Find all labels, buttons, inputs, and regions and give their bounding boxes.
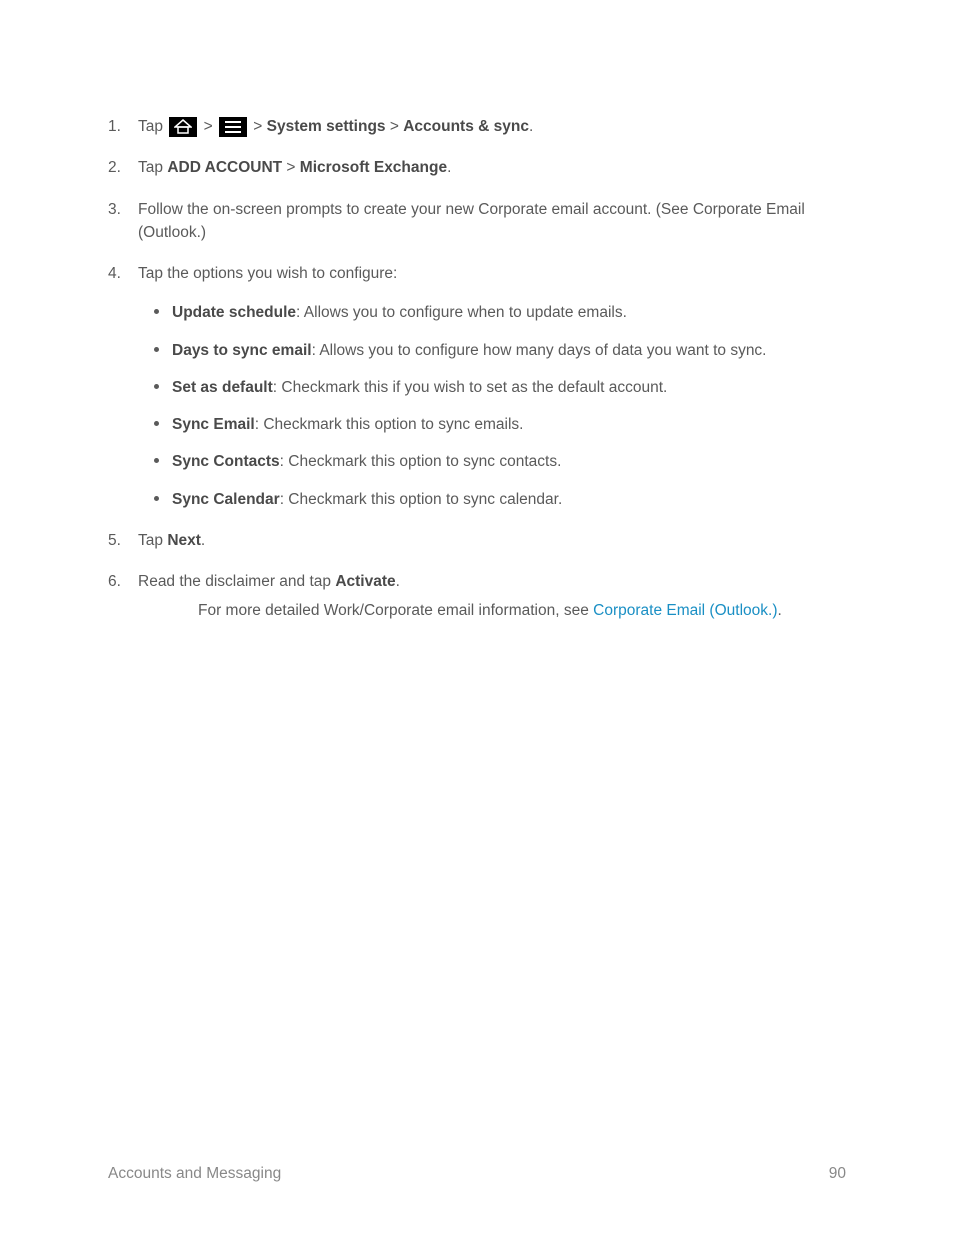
option-sync-contacts-rest: : Checkmark this option to sync contacts… xyxy=(280,453,562,470)
accounts-sync-label: Accounts & sync xyxy=(403,118,529,135)
add-account-label: ADD ACCOUNT xyxy=(167,159,282,176)
step-6: Read the disclaimer and tap Activate. Fo… xyxy=(108,570,846,623)
step-5: Tap Next. xyxy=(108,529,846,552)
next-label: Next xyxy=(167,532,201,549)
more-info-note: For more detailed Work/Corporate email i… xyxy=(198,599,846,622)
system-settings-label: System settings xyxy=(267,118,386,135)
option-sync-email-rest: : Checkmark this option to sync emails. xyxy=(255,416,524,433)
step-3: Follow the on-screen prompts to create y… xyxy=(108,198,846,245)
step-1-gt2: > xyxy=(249,118,267,135)
step-1-tap: Tap xyxy=(138,118,167,135)
options-list: Update schedule: Allows you to configure… xyxy=(150,301,846,511)
step-1-period: . xyxy=(529,118,533,135)
step-1: Tap > > System settings > Accounts & syn… xyxy=(108,115,846,138)
menu-icon xyxy=(219,117,247,137)
corporate-email-link[interactable]: Corporate Email (Outlook.) xyxy=(593,602,777,619)
option-sync-contacts-bold: Sync Contacts xyxy=(172,453,280,470)
step-2-gt: > xyxy=(282,159,300,176)
option-update-schedule-rest: : Allows you to configure when to update… xyxy=(296,304,627,321)
home-icon xyxy=(169,117,197,137)
option-sync-calendar-bold: Sync Calendar xyxy=(172,491,280,508)
note-period: . xyxy=(777,602,781,619)
option-days-to-sync: Days to sync email: Allows you to config… xyxy=(150,339,846,362)
step-1-gt1: > xyxy=(199,118,217,135)
option-sync-email: Sync Email: Checkmark this option to syn… xyxy=(150,413,846,436)
option-sync-calendar: Sync Calendar: Checkmark this option to … xyxy=(150,488,846,511)
option-update-schedule-bold: Update schedule xyxy=(172,304,296,321)
step-2-period: . xyxy=(447,159,451,176)
step-5-period: . xyxy=(201,532,205,549)
page-footer: Accounts and Messaging 90 xyxy=(108,1165,846,1183)
steps-list: Tap > > System settings > Accounts & syn… xyxy=(108,115,846,623)
option-set-as-default: Set as default: Checkmark this if you wi… xyxy=(150,376,846,399)
step-4: Tap the options you wish to configure: U… xyxy=(108,262,846,511)
footer-section: Accounts and Messaging xyxy=(108,1165,281,1183)
step-6-pre: Read the disclaimer and tap xyxy=(138,573,335,590)
option-set-as-default-rest: : Checkmark this if you wish to set as t… xyxy=(273,379,668,396)
page-content: Tap > > System settings > Accounts & syn… xyxy=(0,0,954,623)
option-sync-contacts: Sync Contacts: Checkmark this option to … xyxy=(150,450,846,473)
option-set-as-default-bold: Set as default xyxy=(172,379,273,396)
option-update-schedule: Update schedule: Allows you to configure… xyxy=(150,301,846,324)
step-6-period: . xyxy=(396,573,400,590)
option-days-to-sync-bold: Days to sync email xyxy=(172,342,312,359)
step-2: Tap ADD ACCOUNT > Microsoft Exchange. xyxy=(108,156,846,179)
microsoft-exchange-label: Microsoft Exchange xyxy=(300,159,447,176)
step-1-gt3: > xyxy=(386,118,404,135)
activate-label: Activate xyxy=(335,573,395,590)
step-5-tap: Tap xyxy=(138,532,167,549)
step-4-text: Tap the options you wish to configure: xyxy=(138,265,397,282)
footer-page-number: 90 xyxy=(829,1165,846,1183)
note-pre: For more detailed Work/Corporate email i… xyxy=(198,602,593,619)
option-sync-email-bold: Sync Email xyxy=(172,416,255,433)
option-days-to-sync-rest: : Allows you to configure how many days … xyxy=(312,342,767,359)
step-3-text: Follow the on-screen prompts to create y… xyxy=(138,201,805,241)
step-2-tap: Tap xyxy=(138,159,167,176)
option-sync-calendar-rest: : Checkmark this option to sync calendar… xyxy=(280,491,563,508)
